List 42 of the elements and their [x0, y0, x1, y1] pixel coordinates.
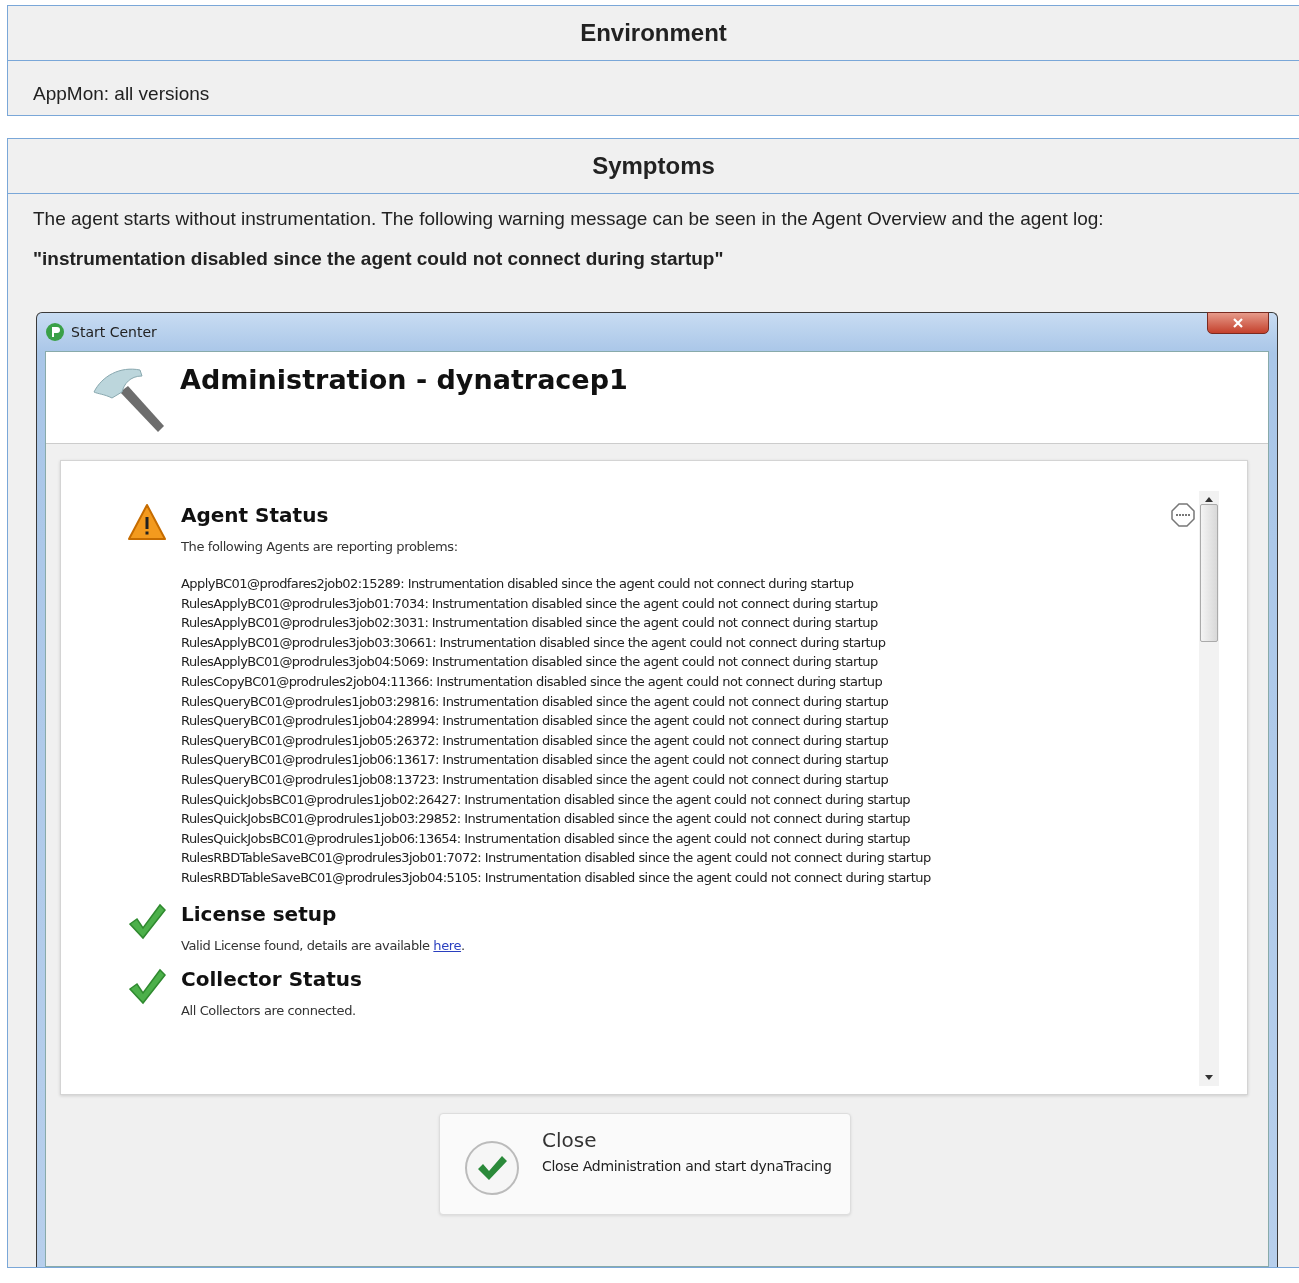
status-title: Collector Status	[181, 966, 362, 991]
scrollbar[interactable]	[1199, 491, 1219, 1086]
agent-problem-line: ApplyBC01@prodfares2job02:15289: Instrumentation disabled since the agent could not connect during startup	[181, 575, 855, 593]
section-text: The agent starts without instrumentation. The following warning message can be seen in the Agent Overview and the agent log:	[33, 208, 1105, 230]
agent-problem-line: RulesQueryBC01@prodrules1job05:26372: Instrumentation disabled since the agent could not connect during startup	[181, 731, 890, 750]
section-heading: Environment	[8, 6, 1299, 61]
agent-problem-line: RulesQuickJobsBC01@prodrules1job03:29852: Instrumentation disabled since the agent could not connect during startup	[181, 810, 912, 829]
window-title: Start Center	[71, 324, 157, 340]
check-circle-icon	[464, 1140, 520, 1196]
warning-icon	[127, 503, 167, 541]
agent-problem-line: RulesApplyBC01@prodrules3job04:5069: Instrumentation disabled since the agent could not connect during startup	[181, 653, 879, 672]
agent-problem-line: RulesQueryBC01@prodrules1job03:29816: Instrumentation disabled since the agent could not connect during startup	[181, 692, 890, 711]
scroll-down-icon[interactable]	[1205, 1075, 1213, 1081]
app-logo-icon	[45, 322, 65, 342]
status-text: The following Agents are reporting problems:	[181, 539, 459, 554]
section-text: AppMon: all versions	[33, 83, 211, 105]
agent-problem-line: RulesQueryBC01@prodrules1job08:13723: Instrumentation disabled since the agent could not connect during startup	[181, 770, 890, 789]
scroll-thumb[interactable]	[1200, 504, 1218, 642]
agent-problem-line: RulesApplyBC01@prodrules3job02:3031: Instrumentation disabled since the agent could not connect during startup	[181, 614, 879, 633]
check-icon	[127, 901, 167, 940]
status-title: License setup	[181, 901, 338, 926]
section-text: "instrumentation disabled since the agent could not connect during startup"	[33, 248, 725, 270]
agent-problem-line: RulesQuickJobsBC01@prodrules1job06:13654: Instrumentation disabled since the agent could not connect during startup	[181, 829, 912, 848]
close-administration-button[interactable]: Close Close Administration and start dynaTracing	[439, 1113, 851, 1215]
agent-problem-line: RulesApplyBC01@prodrules3job01:7034: Instrumentation disabled since the agent could not connect during startup	[181, 594, 879, 613]
close-icon	[1232, 318, 1244, 328]
section-heading: Symptoms	[8, 139, 1299, 194]
agent-problem-line: RulesQueryBC01@prodrules1job04:28994: Instrumentation disabled since the agent could not connect during startup	[181, 712, 890, 731]
page-heading: Administration - dynatracep1	[180, 364, 628, 395]
status-text: Valid License found, details are available here.	[181, 937, 465, 953]
stop-sign-icon[interactable]	[1171, 503, 1195, 527]
status-text: All Collectors are connected.	[181, 1002, 357, 1018]
status-title: Agent Status	[181, 503, 330, 527]
close-button[interactable]	[1207, 312, 1269, 334]
agent-problem-line: RulesApplyBC01@prodrules3job03:30661: Instrumentation disabled since the agent could not connect during startup	[181, 633, 887, 652]
check-icon	[127, 966, 167, 1005]
agent-problem-line: RulesRBDTableSaveBC01@prodrules3job01:7072: Instrumentation disabled since the agent could not connect during startup	[181, 849, 931, 868]
scroll-up-icon[interactable]	[1205, 496, 1213, 502]
agent-problem-line: RulesQuickJobsBC01@prodrules1job02:26427: Instrumentation disabled since the agent could not connect during startup	[181, 790, 912, 809]
agent-problem-line: RulesRBDTableSaveBC01@prodrules3job04:5105: Instrumentation disabled since the agent could not connect during startup	[181, 868, 931, 887]
agent-problem-line: RulesCopyBC01@prodrules2job04:11366: Instrumentation disabled since the agent could not connect during startup	[181, 672, 884, 691]
agent-problem-line: RulesQueryBC01@prodrules1job06:13617: Instrumentation disabled since the agent could not connect during startup	[181, 751, 890, 770]
